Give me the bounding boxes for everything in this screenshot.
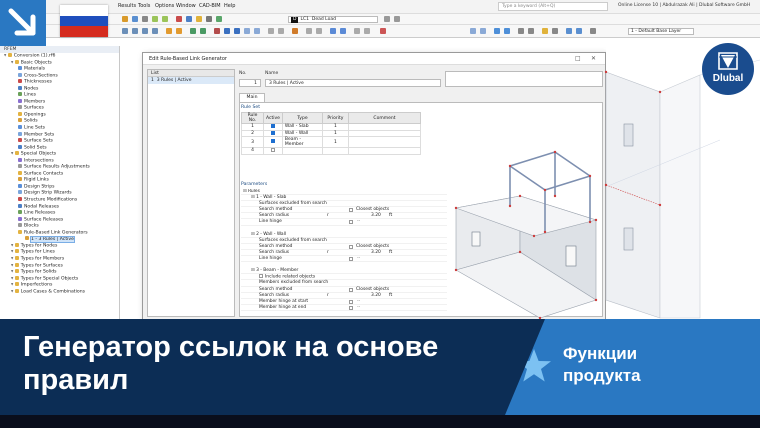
bottom-strip — [0, 415, 760, 428]
banner-title: Генератор ссылок на основе правил — [23, 331, 439, 396]
feature-label: Функции продукта — [563, 344, 641, 385]
window-opening — [471, 231, 481, 247]
window-opening — [623, 123, 634, 147]
feature-panel: Функции продукта — [505, 319, 760, 415]
dlubal-mark-icon — [718, 52, 738, 70]
building-wall-side — [659, 74, 701, 319]
window-opening — [623, 227, 634, 251]
title-banner: Генератор ссылок на основе правил Функци… — [0, 319, 760, 415]
window-opening — [565, 245, 577, 267]
dlubal-logo: Dlubal — [702, 43, 754, 95]
star-icon — [517, 349, 551, 382]
dlubal-logo-text: Dlubal — [712, 73, 744, 84]
